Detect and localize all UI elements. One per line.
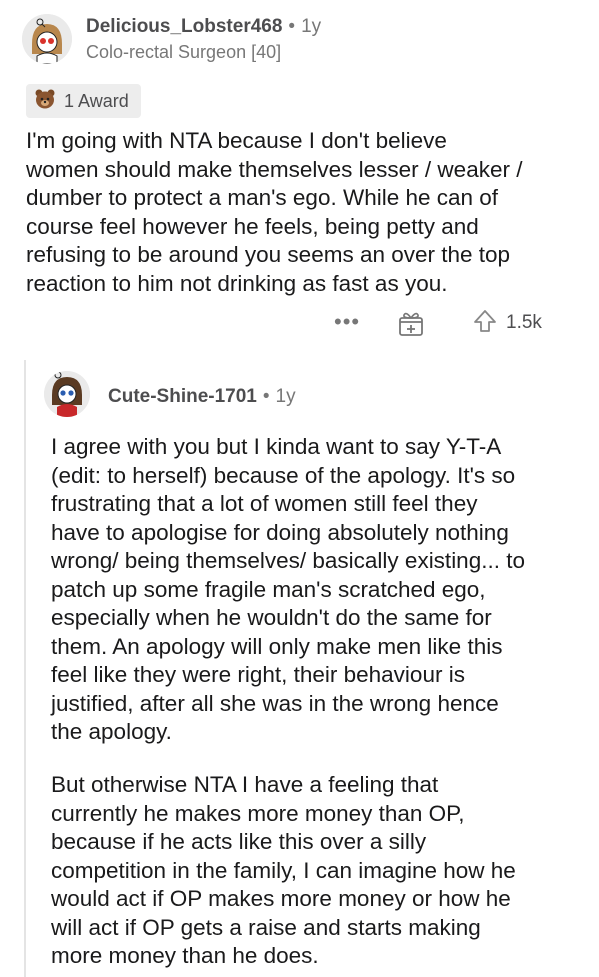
snoo-avatar-icon[interactable] <box>44 371 90 417</box>
upvote-arrow-icon[interactable] <box>472 308 498 339</box>
username-text[interactable]: Delicious_Lobster468 <box>86 16 282 37</box>
more-dots-icon[interactable]: ••• <box>334 311 360 333</box>
user-flair: Colo-rectal Surgeon [40] <box>86 42 282 62</box>
meta-separator: • <box>288 16 296 37</box>
username-text[interactable]: Cute-Shine-1701 <box>108 386 257 407</box>
award-label: 1 Award <box>64 90 129 111</box>
gift-icon[interactable] <box>396 308 426 338</box>
reply-paragraph-1: I agree with you but I kinda want to say… <box>51 434 525 744</box>
reply-age: 1y <box>275 386 296 407</box>
comment-body: I'm going with NTA because I don't belie… <box>26 128 523 296</box>
upvote-button[interactable]: 1.5k <box>472 308 542 338</box>
upvote-count: 1.5k <box>506 312 542 333</box>
reply-thread-line[interactable] <box>24 360 26 977</box>
bear-award-icon <box>34 88 56 115</box>
meta-separator: • <box>262 386 270 407</box>
reply-paragraph-2: But otherwise NTA I have a feeling that … <box>51 772 516 968</box>
reply-author[interactable]: Cute-Shine-1701 • 1y <box>108 386 296 408</box>
snoo-avatar-icon[interactable] <box>22 14 72 64</box>
comment-author[interactable]: Delicious_Lobster468 • 1y <box>86 16 321 38</box>
comment-actions: ••• 1.5k <box>0 308 599 340</box>
comment-age: 1y <box>301 16 322 37</box>
award-badge[interactable]: 1 Award <box>26 84 141 118</box>
